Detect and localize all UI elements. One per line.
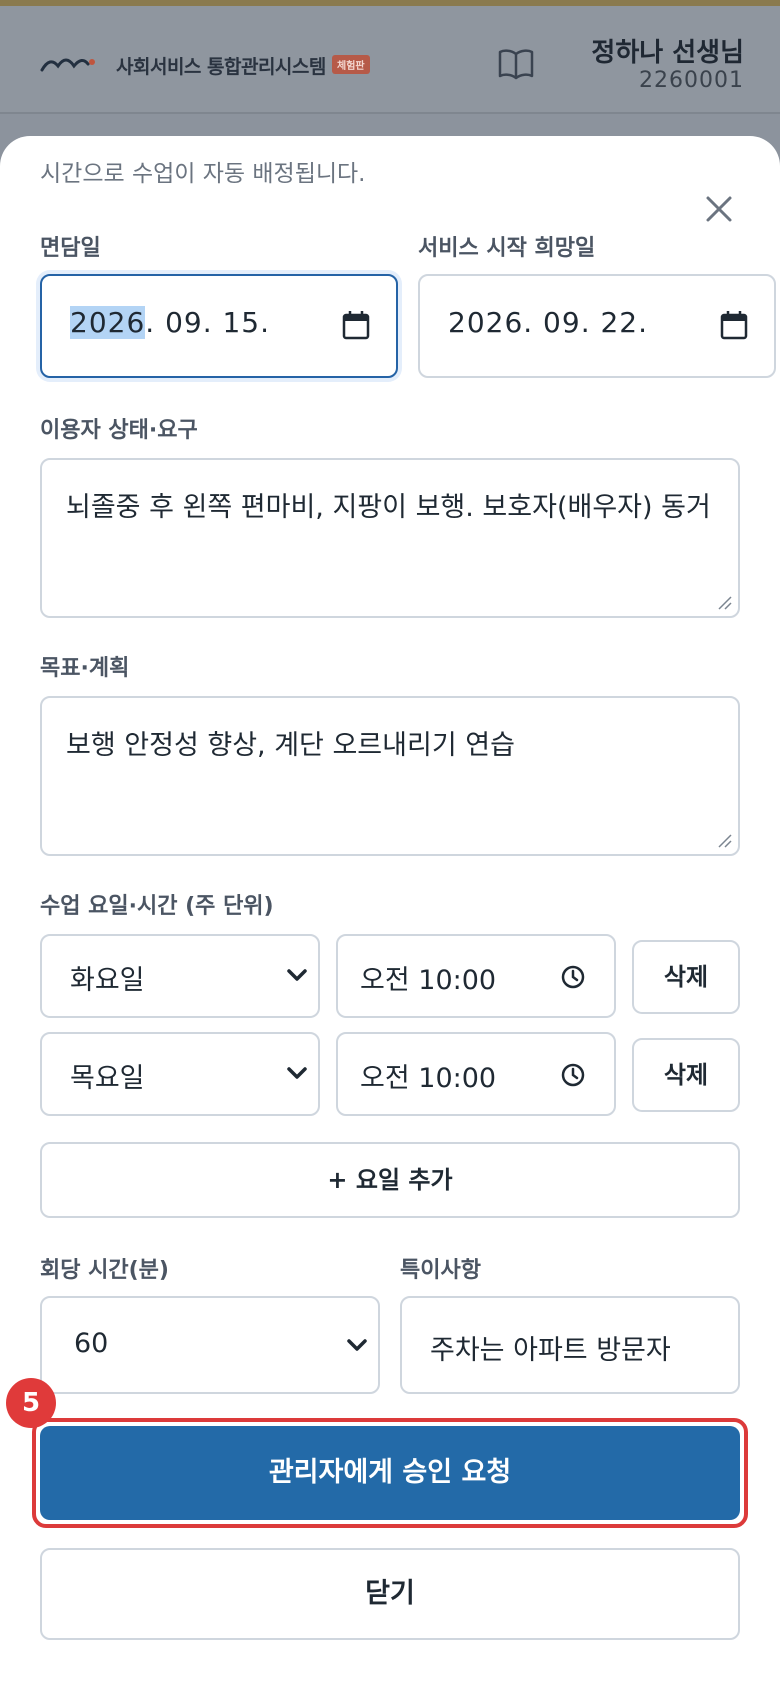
day-select-value: 목요일 [70,1063,145,1094]
delete-row-button[interactable]: 삭제 [632,940,740,1014]
goal-label: 목표·계획 [40,656,130,681]
status-label: 이용자 상태·요구 [40,418,198,443]
user-id: 2260001 [639,68,744,93]
book-icon[interactable] [498,48,534,80]
sheet-note: 시간으로 수업이 자동 배정됩니다. [40,161,366,187]
delete-row-button[interactable]: 삭제 [632,1038,740,1112]
duration-label: 회당 시간(분) [40,1258,169,1283]
duration-select[interactable]: 60 [40,1296,380,1394]
remarks-value: 주차는 아파트 방문자 [430,1335,671,1366]
interview-date-input[interactable]: 2026. 09. 15. [40,274,398,378]
add-day-button[interactable]: + 요일 추가 [40,1142,740,1218]
day-select[interactable]: 화요일 [40,934,320,1018]
day-select-value: 화요일 [70,965,145,996]
chevron-down-icon [287,1067,307,1079]
calendar-icon[interactable] [342,310,370,340]
time-input-value: 오전 10:00 [360,1063,497,1094]
schedule-label: 수업 요일·시간 (주 단위) [40,894,274,919]
time-input-value: 오전 10:00 [360,965,497,996]
step-badge: 5 [6,1378,56,1428]
start-date-value: 2026. 09. 22. [448,306,649,339]
calendar-icon[interactable] [720,310,748,340]
clock-icon[interactable] [560,1062,586,1088]
start-date-input[interactable]: 2026. 09. 22. [418,274,776,378]
interview-date-value: 2026. 09. 15. [70,306,271,339]
time-input[interactable]: 오전 10:00 [336,1032,616,1116]
start-date-label: 서비스 시작 희망일 [418,236,596,261]
chevron-down-icon [347,1339,367,1351]
brand-title: 사회서비스 통합관리시스템 [116,56,326,78]
submit-highlight: 관리자에게 승인 요청 [32,1418,748,1528]
goal-value: 보행 안정성 향상, 계단 오르내리기 연습 [66,730,515,761]
status-textarea[interactable]: 뇌졸중 후 왼쪽 편마비, 지팡이 보행. 보호자(배우자) 동거 [40,458,740,618]
time-input[interactable]: 오전 10:00 [336,934,616,1018]
remarks-label: 특이사항 [400,1258,481,1283]
close-icon[interactable] [702,192,736,226]
status-value: 뇌졸중 후 왼쪽 편마비, 지팡이 보행. 보호자(배우자) 동거 [66,492,711,523]
app-header: 사회서비스 통합관리시스템 체험판 정하나 선생님 2260001 [0,6,780,114]
chevron-down-icon [287,969,307,981]
goal-textarea[interactable]: 보행 안정성 향상, 계단 오르내리기 연습 [40,696,740,856]
logo-icon [40,58,95,72]
request-approval-button[interactable]: 관리자에게 승인 요청 [40,1426,740,1520]
clock-icon[interactable] [560,964,586,990]
day-select[interactable]: 목요일 [40,1032,320,1116]
resize-grip-icon[interactable] [716,594,732,610]
interview-date-label: 면담일 [40,236,101,261]
user-name: 정하나 선생님 [591,38,744,68]
close-button[interactable]: 닫기 [40,1548,740,1640]
trial-badge: 체험판 [332,55,370,74]
request-sheet: 시간으로 수업이 자동 배정됩니다. 면담일 2026. 09. 15. 서비스… [0,136,780,1688]
resize-grip-icon[interactable] [716,832,732,848]
remarks-input[interactable]: 주차는 아파트 방문자 [400,1296,740,1394]
duration-value: 60 [74,1328,109,1359]
